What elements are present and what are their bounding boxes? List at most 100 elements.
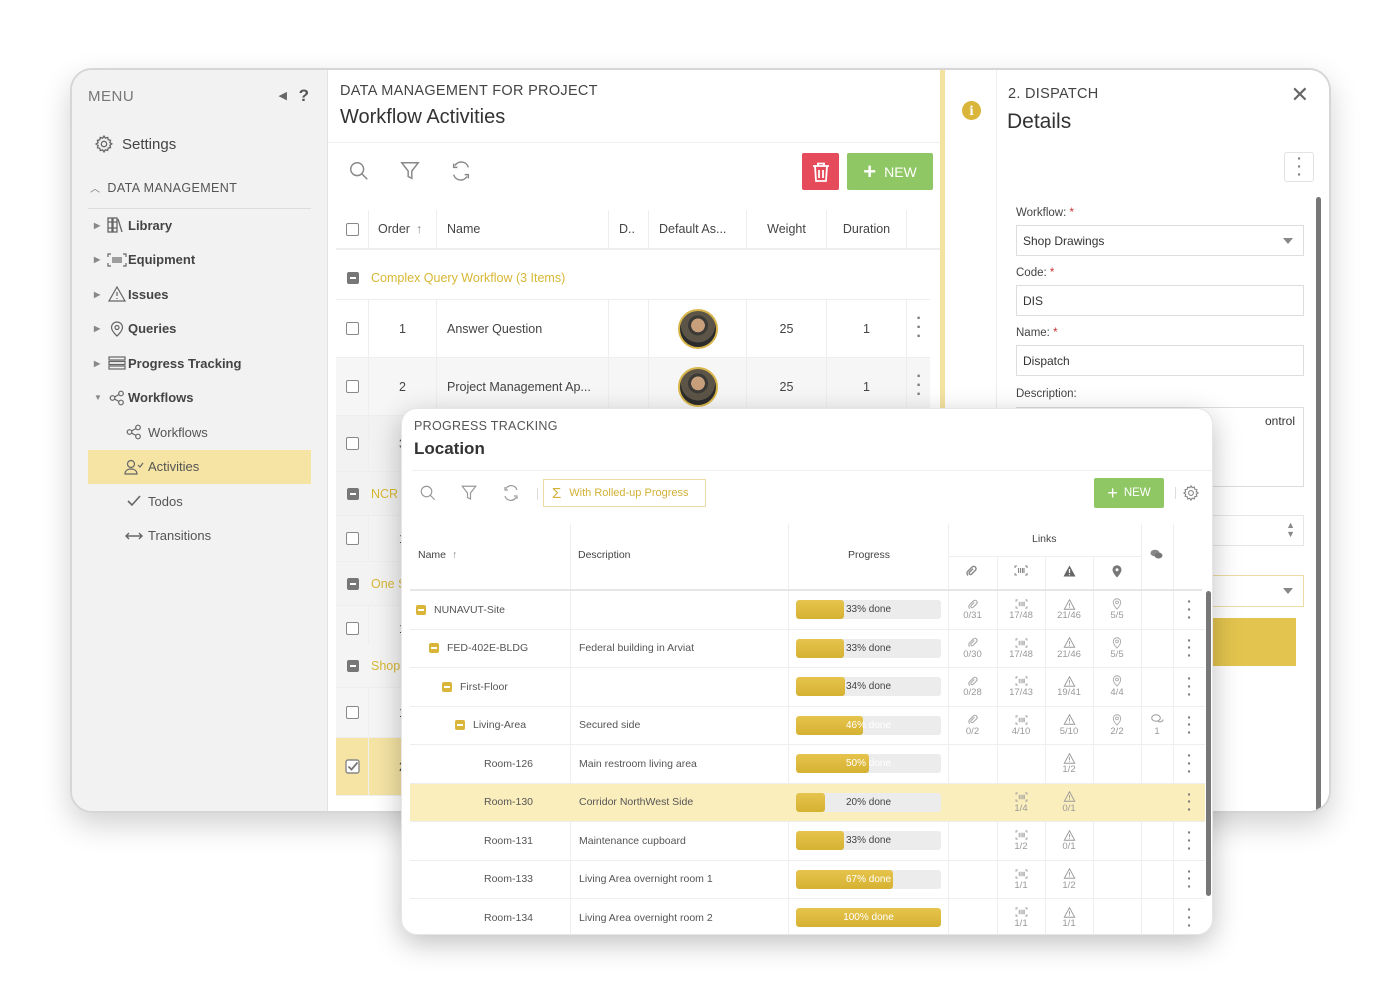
issues-cell[interactable]: 0/1 [1045, 822, 1093, 860]
issues-cell[interactable]: 19/41 [1045, 668, 1093, 706]
collapse-node-icon[interactable] [455, 720, 465, 731]
close-icon[interactable]: ✕ [1291, 82, 1309, 108]
workflow-select[interactable]: Shop Drawings [1016, 225, 1304, 256]
new-button[interactable]: + NEW [1094, 478, 1164, 508]
filter-icon[interactable] [460, 484, 478, 502]
collapse-group-icon[interactable] [347, 659, 359, 672]
issues-cell[interactable]: 1/2 [1045, 861, 1093, 899]
row-menu-button[interactable]: · · · [1173, 745, 1205, 783]
column-duration[interactable]: Duration [827, 210, 907, 248]
attachments-cell[interactable]: 0/28 [948, 668, 997, 706]
row-menu-button[interactable]: · · · [907, 300, 930, 357]
sidebar-item-settings[interactable]: Settings [94, 134, 176, 154]
sidebar-item-issues[interactable]: ▶ Issues [88, 277, 311, 312]
comments-cell[interactable]: 1 [1141, 707, 1173, 745]
table-row-selected[interactable]: Room-130 Corridor NorthWest Side 20% done 1… [410, 783, 1205, 822]
issues-cell[interactable]: 21/46 [1045, 591, 1093, 629]
attachments-cell[interactable]: 0/2 [948, 707, 997, 745]
name-input[interactable]: Dispatch [1016, 345, 1304, 376]
column-name[interactable]: Name ↑ [418, 549, 457, 561]
table-row[interactable]: Room-126 Main restroom living area 50% don… [410, 745, 1205, 784]
select-all-checkbox[interactable] [336, 210, 369, 248]
row-menu-button[interactable]: · · · [1173, 591, 1205, 629]
table-row[interactable]: Room-131 Maintenance cupboard 33% done 1/2 0… [410, 822, 1205, 861]
table-row[interactable]: 1 Answer Question 25 1 · · · [336, 300, 930, 358]
data-management-section[interactable]: ︿ DATA MANAGEMENT [90, 180, 237, 196]
table-row[interactable]: Living-Area Secured side 46% done 0/2 4/10 5/… [410, 707, 1205, 745]
row-menu-button[interactable]: · · · [907, 358, 930, 415]
attachments-cell[interactable]: 0/30 [948, 630, 997, 668]
column-equipment[interactable] [1014, 565, 1028, 576]
code-input[interactable]: DIS [1016, 285, 1304, 316]
sidebar-subitem-workflows[interactable]: Workflows [88, 415, 311, 450]
issues-cell[interactable]: 5/10 [1045, 707, 1093, 745]
collapse-group-icon[interactable] [347, 487, 359, 500]
sidebar-subitem-transitions[interactable]: Transitions [88, 519, 311, 554]
search-icon[interactable] [419, 484, 437, 502]
issues-cell[interactable]: 1/2 [1045, 745, 1093, 783]
equipment-cell[interactable]: 1/4 [997, 784, 1045, 822]
collapse-group-icon[interactable] [347, 577, 359, 590]
row-menu-button[interactable]: · · · [1173, 822, 1205, 860]
gear-icon[interactable] [1182, 484, 1200, 502]
sidebar-item-equipment[interactable]: ▶ Equipment [88, 243, 311, 278]
table-row[interactable]: NUNAVUT-Site 33% done 0/31 17/48 21/46 5/5 · · · [410, 591, 1205, 630]
table-scrollbar[interactable] [1206, 591, 1211, 896]
column-default-assignee[interactable]: Default As... [649, 210, 747, 248]
row-menu-button[interactable]: · · · [1173, 707, 1205, 745]
column-queries[interactable] [1112, 565, 1122, 578]
delete-button[interactable] [802, 153, 839, 190]
search-icon[interactable] [348, 160, 370, 182]
row-checkbox[interactable] [336, 300, 369, 357]
refresh-icon[interactable] [450, 160, 472, 182]
collapse-group-icon[interactable] [347, 271, 359, 284]
table-row[interactable]: Room-134 Living Area overnight room 2 100%… [410, 899, 1205, 934]
sidebar-subitem-activities[interactable]: Activities [88, 449, 311, 484]
equipment-cell[interactable]: 1/1 [997, 899, 1045, 934]
queries-cell[interactable]: 5/5 [1093, 591, 1141, 629]
collapse-node-icon[interactable] [442, 681, 452, 692]
equipment-cell[interactable]: 4/10 [997, 707, 1045, 745]
column-comments[interactable] [1150, 549, 1163, 560]
sidebar-item-queries[interactable]: ▶ Queries [88, 312, 311, 347]
equipment-cell[interactable]: 1/2 [997, 822, 1045, 860]
column-weight[interactable]: Weight [747, 210, 827, 248]
column-name[interactable]: Name [437, 210, 609, 248]
collapse-node-icon[interactable] [429, 643, 439, 654]
details-scrollbar[interactable] [1316, 197, 1321, 811]
equipment-cell[interactable]: 17/48 [997, 591, 1045, 629]
sidebar-item-progress-tracking[interactable]: ▶ Progress Tracking [88, 346, 311, 381]
table-row[interactable]: FED-402E-BLDG Federal building in Arviat 3… [410, 630, 1205, 668]
row-menu-button[interactable]: · · · [1173, 630, 1205, 668]
attachments-cell[interactable]: 0/31 [948, 591, 997, 629]
sidebar-subitem-todos[interactable]: Todos [88, 484, 311, 519]
issues-cell[interactable]: 0/1 [1045, 784, 1093, 822]
column-progress[interactable]: Progress [848, 549, 890, 561]
row-checkbox[interactable] [336, 416, 369, 471]
queries-cell[interactable]: 5/5 [1093, 630, 1141, 668]
column-attachments[interactable] [965, 565, 977, 577]
column-order[interactable]: Order ↑ [369, 210, 437, 248]
queries-cell[interactable]: 2/2 [1093, 707, 1141, 745]
queries-cell[interactable]: 4/4 [1093, 668, 1141, 706]
row-menu-button[interactable]: · · · [1173, 668, 1205, 706]
refresh-icon[interactable] [502, 484, 520, 502]
issues-cell[interactable]: 1/1 [1045, 899, 1093, 934]
issues-cell[interactable]: 21/46 [1045, 630, 1093, 668]
help-icon[interactable]: ? [299, 86, 309, 106]
new-button[interactable]: + NEW [847, 153, 933, 190]
row-menu-button[interactable]: · · · [1173, 784, 1205, 822]
info-icon[interactable]: i [962, 101, 981, 120]
row-checkbox[interactable] [336, 516, 369, 561]
collapse-menu-icon[interactable]: ◀ [279, 89, 287, 102]
table-row[interactable]: First-Floor 34% done 0/28 17/43 19/41 4/4 · · · [410, 668, 1205, 707]
sidebar-item-workflows[interactable]: ▼ Workflows [88, 381, 311, 416]
column-description[interactable]: Description [578, 549, 631, 561]
filter-icon[interactable] [399, 160, 421, 182]
group-row[interactable]: Complex Query Workflow (3 Items) [336, 256, 930, 300]
rolled-up-progress-toggle[interactable]: Σ With Rolled-up Progress [543, 479, 706, 507]
equipment-cell[interactable]: 17/48 [997, 630, 1045, 668]
table-row[interactable]: Room-133 Living Area overnight room 1 67% … [410, 861, 1205, 899]
equipment-cell[interactable]: 1/1 [997, 861, 1045, 899]
sidebar-item-library[interactable]: ▶ Library [88, 208, 311, 243]
